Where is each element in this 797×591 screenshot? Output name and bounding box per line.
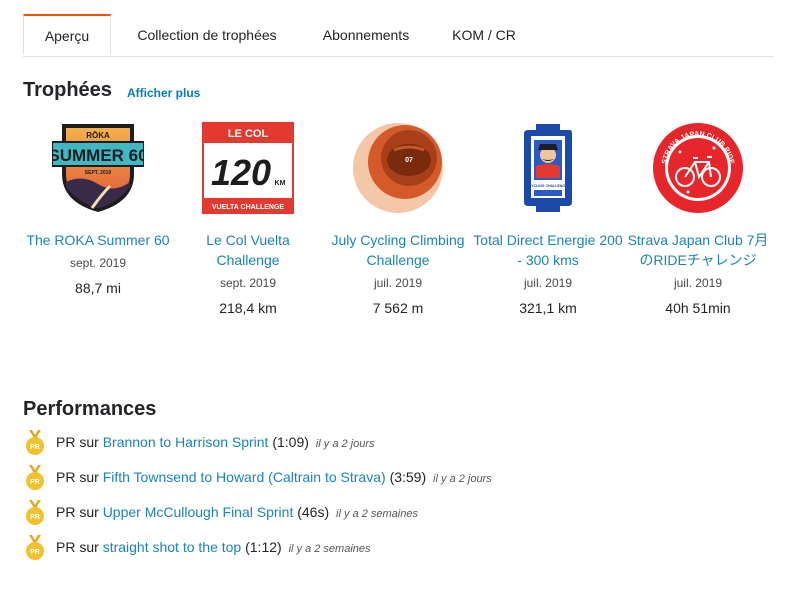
trophy-name[interactable]: Strava Japan Club 7月のRIDEチャレンジ <box>623 230 773 270</box>
performance-ago: il y a 2 semaines <box>336 508 418 520</box>
segment-link[interactable]: Upper McCullough Final Sprint <box>103 504 294 520</box>
tab-trophy-collection[interactable]: Collection de trophées <box>119 14 295 56</box>
performance-text: PR sur Upper McCullough Final Sprint (46… <box>56 504 418 520</box>
performance-ago: il y a 2 jours <box>433 473 492 485</box>
trophy-name[interactable]: Total Direct Energie 200 - 300 kms <box>473 230 623 270</box>
lecol-footer-text: VUELTA CHALLENGE <box>212 204 285 211</box>
july-climbing-badge[interactable]: 07 <box>352 122 444 214</box>
july-number-text: 07 <box>405 157 413 164</box>
trophy-value: 218,4 km <box>219 300 277 316</box>
pr-medal-label: PR <box>30 479 40 486</box>
performance-text: PR sur straight shot to the top (1:12) i… <box>56 539 371 555</box>
trophy-date: juil. 2019 <box>523 276 573 290</box>
roka-brand-text: RŌKA <box>86 131 110 140</box>
pr-medal-icon: PR <box>26 465 44 490</box>
trophy-value: 88,7 mi <box>75 280 121 296</box>
trophy-card: STRAVA JAPAN CLUB RIDE Strava Japan Club… <box>623 122 773 316</box>
segment-link[interactable]: straight shot to the top <box>103 539 242 555</box>
segment-link[interactable]: Brannon to Harrison Sprint <box>103 434 269 450</box>
performance-prefix: PR sur <box>56 434 99 450</box>
performance-ago: il y a 2 semaines <box>288 543 371 555</box>
trophy-date: sept. 2019 <box>219 276 277 290</box>
trophy-value: 40h 51min <box>665 300 731 316</box>
show-more-link[interactable]: Afficher plus <box>127 86 200 100</box>
roka-summer-60-badge[interactable]: RŌKA SUMMER 60 SEPT. 2019 <box>52 122 144 214</box>
pr-medal-label: PR <box>30 514 40 521</box>
lecol-brand-text: LE COL <box>228 128 269 140</box>
performance-text: PR sur Fifth Townsend to Howard (Caltrai… <box>56 469 492 485</box>
performance-prefix: PR sur <box>56 504 99 520</box>
trophy-card: CYCLING CHALLENGE Total Direct Energie 2… <box>473 122 623 316</box>
performance-time: (1:12) <box>245 539 282 555</box>
performance-time: (3:59) <box>389 469 427 485</box>
td-footer-text: CYCLING CHALLENGE <box>529 184 568 188</box>
performance-ago: il y a 2 jours <box>315 438 375 450</box>
pr-medal-icon: PR <box>26 430 44 455</box>
tab-subscriptions[interactable]: Abonnements <box>311 14 421 56</box>
pr-medal-label: PR <box>30 549 40 556</box>
performances-title: Performances <box>23 398 157 420</box>
trophy-name[interactable]: The ROKA Summer 60 <box>23 230 173 250</box>
trophy-date: sept. 2019 <box>69 256 127 270</box>
pr-medal-label: PR <box>30 444 40 451</box>
performance-time: (1:09) <box>272 434 309 450</box>
roka-main-text: SUMMER 60 <box>52 146 144 165</box>
trophy-card: 07 July Cycling Climbing Challenge juil.… <box>323 122 473 316</box>
pr-medal-icon: PR <box>26 535 44 560</box>
segment-link[interactable]: Fifth Townsend to Howard (Caltrain to St… <box>103 469 386 485</box>
roka-date-text: SEPT. 2019 <box>85 170 112 176</box>
profile-tabs: Aperçu Collection de trophées Abonnement… <box>23 14 773 57</box>
tab-apercu[interactable]: Aperçu <box>23 14 111 55</box>
strava-japan-club-badge[interactable]: STRAVA JAPAN CLUB RIDE <box>652 122 744 214</box>
trophy-name[interactable]: Le Col Vuelta Challenge <box>173 230 323 270</box>
trophies-title: Trophées <box>23 79 112 101</box>
lecol-number-text: 120 <box>211 152 271 193</box>
trophy-date: juil. 2019 <box>373 276 423 290</box>
performance-prefix: PR sur <box>56 469 99 485</box>
trophy-card: RŌKA SUMMER 60 SEPT. 2019 The ROKA Summe… <box>23 122 173 296</box>
lecol-unit-text: KM <box>275 180 286 187</box>
trophy-value: 321,1 km <box>519 300 577 316</box>
trophy-date: juil. 2019 <box>673 276 723 290</box>
total-direct-energie-badge[interactable]: CYCLING CHALLENGE <box>502 122 594 214</box>
pr-medal-icon: PR <box>26 500 44 525</box>
trophy-value: 7 562 m <box>372 300 424 316</box>
le-col-vuelta-badge[interactable]: LE COL 120 KM VUELTA CHALLENGE <box>202 122 294 214</box>
trophy-name[interactable]: July Cycling Climbing Challenge <box>323 230 473 270</box>
performance-prefix: PR sur <box>56 539 99 555</box>
trophy-card: LE COL 120 KM VUELTA CHALLENGE Le Col Vu… <box>173 122 323 316</box>
performance-time: (46s) <box>297 504 330 520</box>
performance-text: PR sur Brannon to Harrison Sprint (1:09)… <box>56 434 375 450</box>
tab-kom-cr[interactable]: KOM / CR <box>441 14 527 56</box>
